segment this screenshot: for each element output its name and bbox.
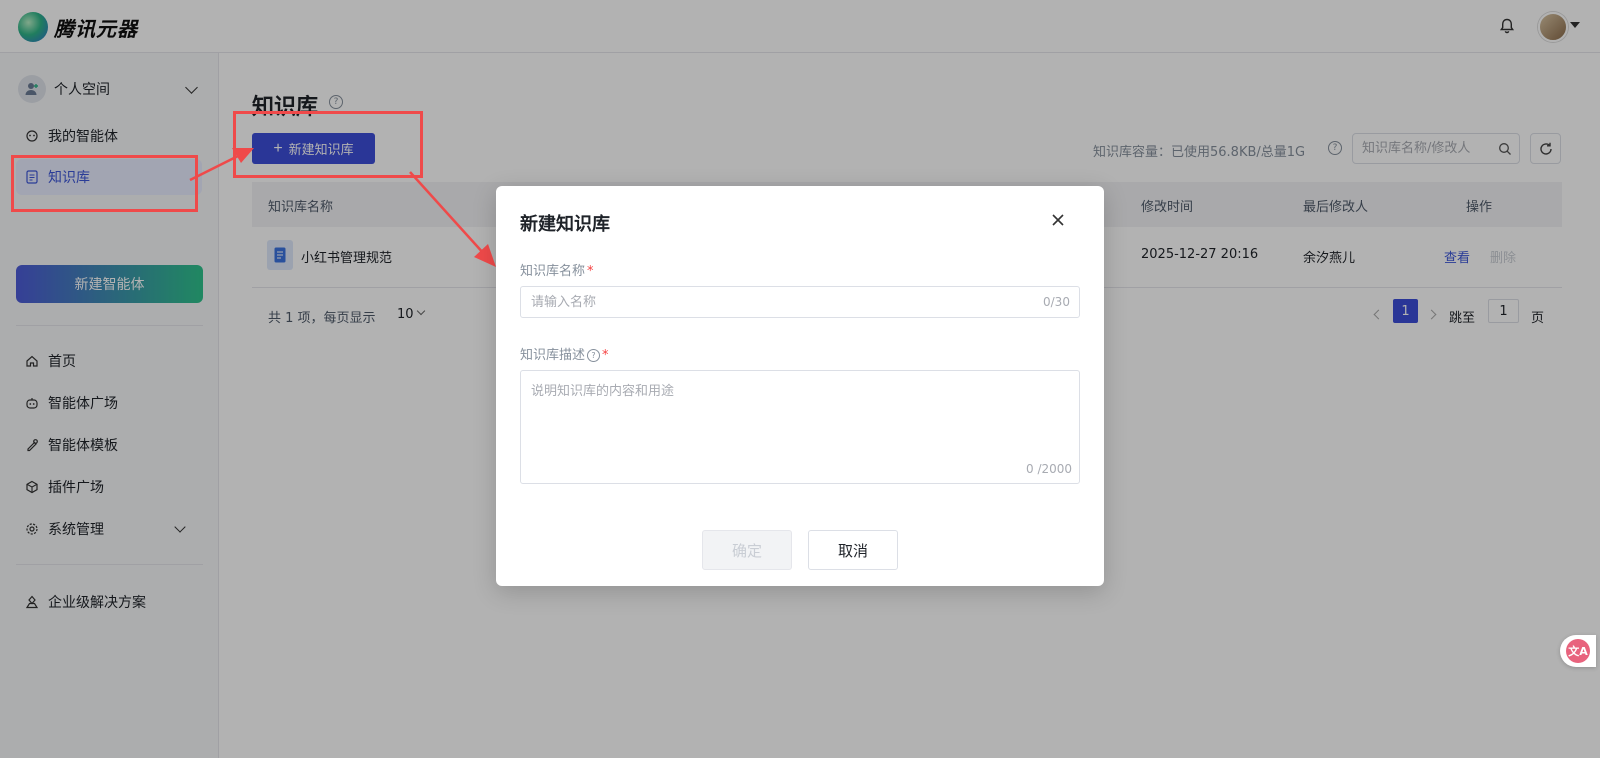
kb-description-input[interactable] (520, 370, 1080, 484)
kb-name-input[interactable] (520, 286, 1080, 318)
name-char-count: 0/30 (1043, 295, 1070, 309)
required-mark: * (602, 348, 609, 363)
help-icon[interactable]: ? (587, 349, 601, 362)
name-field-label: 知识库名称 * (520, 260, 594, 279)
translate-widget[interactable]: 文A (1560, 635, 1596, 667)
desc-label-text: 知识库描述 (520, 348, 586, 363)
required-mark: * (587, 264, 594, 279)
cancel-button[interactable]: 取消 (808, 530, 898, 570)
desc-char-count: 0 /2000 (1026, 462, 1073, 476)
close-icon[interactable] (1050, 212, 1066, 228)
translate-icon: 文A (1566, 639, 1590, 663)
name-label-text: 知识库名称 (520, 264, 586, 279)
new-knowledge-base-dialog: 新建知识库 知识库名称* 0/30 知识库描述?* 0 /2000 确定 取消 (496, 186, 1104, 586)
dialog-title: 新建知识库 (520, 214, 610, 235)
desc-field-label: 知识库描述? * (520, 344, 609, 363)
confirm-button[interactable]: 确定 (702, 530, 792, 570)
